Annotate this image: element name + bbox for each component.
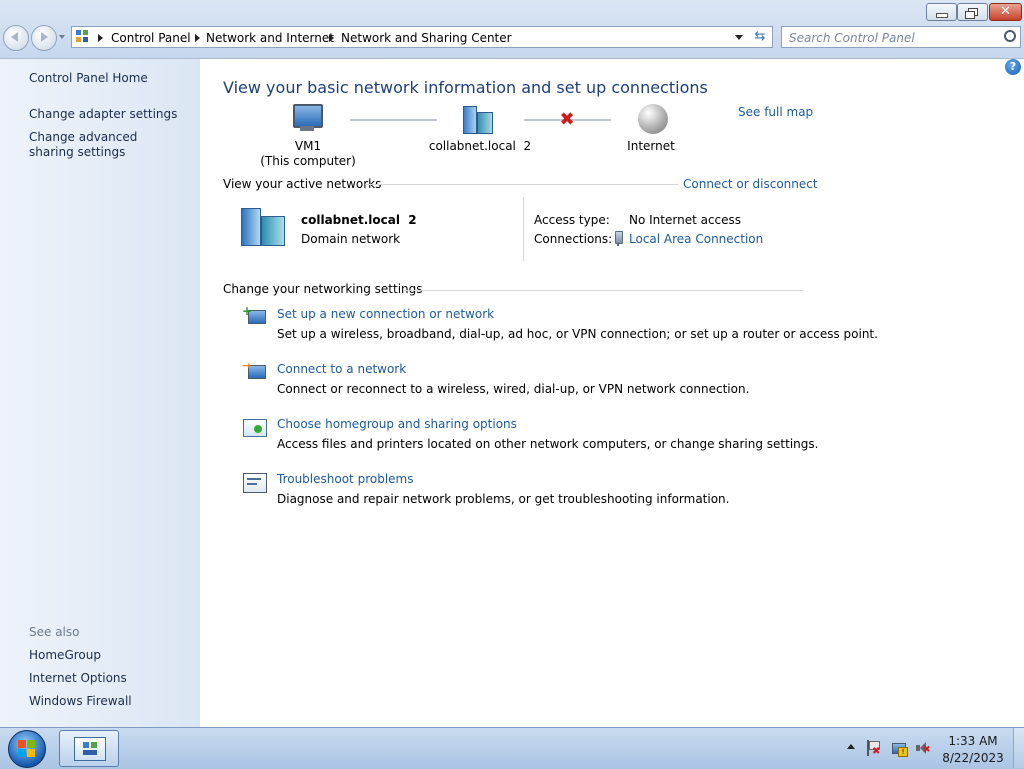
new-connection-icon[interactable]: + [242, 305, 268, 328]
breadcrumb-chevron-icon[interactable] [329, 34, 334, 42]
no-connection-icon: ✖ [559, 109, 575, 130]
search-input[interactable]: Search Control Panel [789, 31, 915, 45]
breadcrumb-chevron-icon[interactable] [195, 34, 200, 42]
divider [523, 197, 524, 261]
refresh-icon[interactable]: ⇆ [752, 29, 768, 45]
access-type-value: No Internet access [629, 213, 742, 227]
minimize-button[interactable] [926, 3, 957, 21]
sidebar-item-change-adapter-settings[interactable]: Change adapter settings [29, 107, 177, 122]
network-type: Domain network [301, 232, 401, 246]
forward-button[interactable] [31, 25, 57, 51]
volume-muted-icon[interactable]: ✖ [915, 740, 931, 756]
computer-icon[interactable] [289, 104, 323, 134]
see-also-heading: See also [29, 625, 80, 639]
taskbar: ✖ ! ✖ 1:33 AM 8/22/2023 [0, 727, 1024, 769]
address-bar[interactable]: Control Panel Network and Internet Netwo… [71, 26, 773, 48]
back-button[interactable] [3, 25, 29, 51]
active-networks-label: View your active networks [223, 177, 382, 191]
forward-arrow-icon [41, 32, 48, 42]
control-panel-icon [76, 30, 89, 43]
internet-globe-icon[interactable] [638, 104, 668, 134]
recent-pages-icon[interactable] [59, 35, 65, 39]
see-full-map-link[interactable]: See full map [738, 105, 813, 119]
access-type-label: Access type: [534, 213, 610, 227]
task-setup-connection-link[interactable]: Set up a new connection or network [277, 307, 494, 321]
breadcrumb-control-panel[interactable]: Control Panel [111, 31, 191, 45]
sidebar-item-change-advanced-sharing[interactable]: Change advanced sharing settings [29, 130, 179, 160]
domain-network-icon[interactable] [463, 106, 495, 134]
connections-label: Connections: [534, 232, 613, 246]
ethernet-adapter-icon [613, 231, 623, 246]
close-button[interactable]: ✕ [989, 3, 1022, 21]
help-icon[interactable]: ? [1005, 59, 1021, 75]
network-map-label: collabnet.local 2 [428, 139, 532, 153]
clock-date[interactable]: 8/22/2023 [940, 751, 1006, 765]
task-troubleshoot-desc: Diagnose and repair network problems, or… [277, 492, 730, 506]
connect-or-disconnect-link[interactable]: Connect or disconnect [683, 177, 818, 191]
action-center-flag-icon[interactable]: ✖ [866, 740, 880, 757]
start-button[interactable] [8, 730, 46, 768]
sidebar-item-internet-options[interactable]: Internet Options [29, 671, 127, 686]
local-area-connection-link[interactable]: Local Area Connection [629, 232, 763, 246]
sidebar-item-homegroup[interactable]: HomeGroup [29, 648, 101, 663]
computer-name: VM1 [294, 139, 322, 153]
sidebar-item-control-panel-home[interactable]: Control Panel Home [29, 71, 148, 86]
clock-time[interactable]: 1:33 AM [940, 734, 1006, 748]
close-icon: ✕ [1000, 4, 1011, 19]
search-icon[interactable] [1004, 30, 1016, 42]
divider [365, 184, 678, 185]
sidebar: Control Panel Home Change adapter settin… [0, 59, 200, 727]
restore-button[interactable] [957, 3, 988, 21]
task-setup-connection-desc: Set up a wireless, broadband, dial-up, a… [277, 327, 878, 341]
window-header: ✕ Control Panel Network and Internet Net… [0, 0, 1024, 59]
search-box[interactable]: Search Control Panel [781, 26, 1021, 48]
homegroup-icon[interactable] [242, 417, 268, 439]
control-panel-icon [74, 737, 106, 761]
breadcrumb-network-sharing-center[interactable]: Network and Sharing Center [341, 31, 512, 45]
troubleshoot-icon[interactable] [242, 471, 268, 493]
breadcrumb-chevron-icon [98, 34, 103, 42]
map-connection-line [350, 119, 437, 121]
domain-network-large-icon[interactable] [241, 206, 291, 246]
page-title: View your basic network information and … [223, 78, 708, 97]
task-troubleshoot-link[interactable]: Troubleshoot problems [277, 472, 413, 486]
task-connect-network-link[interactable]: Connect to a network [277, 362, 406, 376]
connect-network-icon[interactable]: → [242, 360, 268, 383]
network-status-icon[interactable]: ! [891, 740, 908, 757]
minimize-icon [936, 13, 948, 18]
breadcrumb-network-and-internet[interactable]: Network and Internet [206, 31, 334, 45]
network-name: collabnet.local 2 [301, 213, 417, 227]
show-hidden-icons-icon[interactable] [847, 744, 855, 749]
internet-label: Internet [627, 139, 675, 153]
divider [404, 290, 803, 291]
task-connect-network-desc: Connect or reconnect to a wireless, wire… [277, 382, 750, 396]
back-arrow-icon [11, 32, 18, 42]
address-dropdown-icon[interactable] [735, 35, 743, 40]
task-homegroup-link[interactable]: Choose homegroup and sharing options [277, 417, 517, 431]
sidebar-item-windows-firewall[interactable]: Windows Firewall [29, 694, 132, 709]
task-homegroup-desc: Access files and printers located on oth… [277, 437, 819, 451]
taskbar-network-sharing-center[interactable] [59, 730, 119, 767]
networking-settings-label: Change your networking settings [223, 282, 423, 296]
computer-subtitle: (This computer) [260, 154, 356, 168]
show-desktop-button[interactable] [1013, 728, 1024, 768]
